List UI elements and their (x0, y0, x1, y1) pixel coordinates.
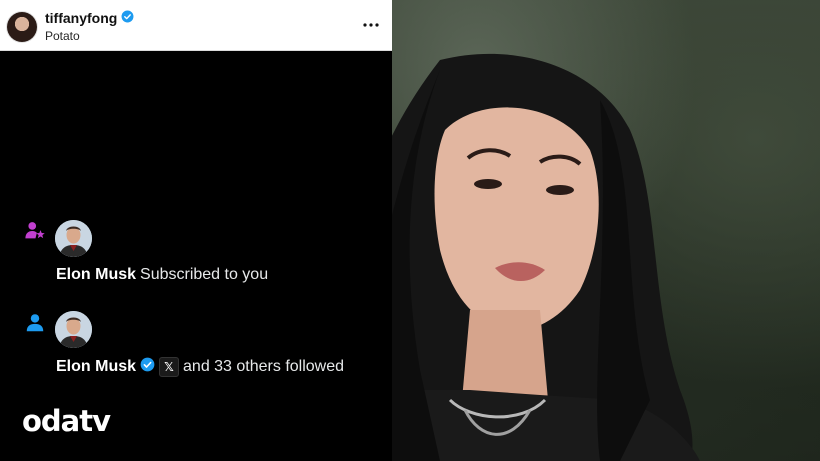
profile-avatar[interactable] (7, 12, 37, 42)
elon-musk-avatar[interactable] (55, 311, 92, 348)
notification-text: Elon Musk Subscribed to you (56, 266, 268, 284)
verified-badge-icon (140, 357, 155, 377)
more-options-icon[interactable] (360, 14, 382, 36)
subscribed-person-star-icon (24, 220, 46, 242)
notification-item[interactable]: Elon Musk 𝕏 and 33 others followed (0, 311, 392, 381)
notification-text: Elon Musk 𝕏 and 33 others followed (56, 357, 344, 377)
x-logo-badge-icon: 𝕏 (159, 357, 180, 377)
odatv-watermark-logo: odatv (22, 404, 111, 438)
post-subtitle[interactable]: Potato (45, 29, 80, 43)
portrait-photo (392, 0, 820, 461)
verified-badge-icon (121, 10, 134, 26)
notification-action: and 33 others followed (183, 358, 345, 375)
elon-musk-avatar[interactable] (55, 220, 92, 257)
instagram-post-header: tiffanyfong Potato (0, 0, 392, 51)
username-row[interactable]: tiffanyfong (45, 10, 134, 26)
username-label[interactable]: tiffanyfong (45, 10, 117, 26)
notification-user-name[interactable]: Elon Musk (56, 358, 136, 376)
notification-item[interactable]: Elon Musk Subscribed to you (0, 220, 392, 290)
follow-person-icon (24, 312, 46, 334)
notification-user-name[interactable]: Elon Musk (56, 266, 136, 284)
notification-action: Subscribed to you (140, 266, 269, 283)
notifications-panel: tiffanyfong Potato Elon Musk Subscribed … (0, 0, 392, 461)
